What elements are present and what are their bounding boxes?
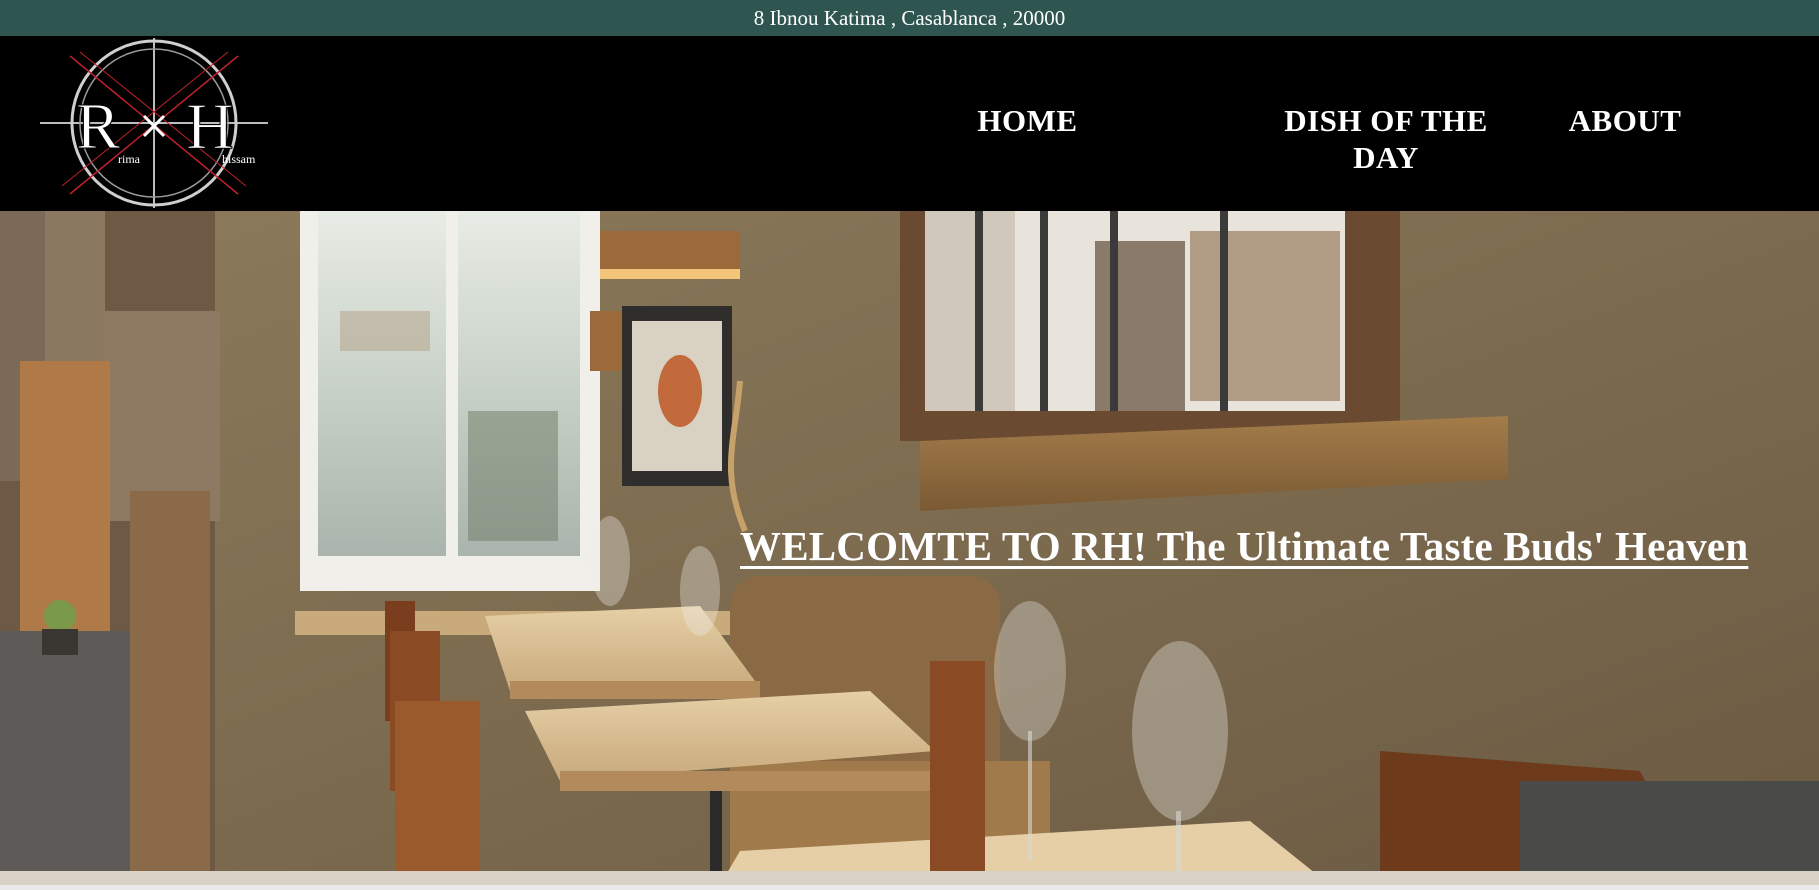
logo[interactable]: R H rima hissam bbox=[40, 36, 280, 211]
address-bar: 8 Ibnou Katima , Casablanca , 20000 bbox=[0, 0, 1819, 36]
address-text: 8 Ibnou Katima , Casablanca , 20000 bbox=[753, 5, 1066, 30]
hero-banner: WELCOMTE TO RH! The Ultimate Taste Buds'… bbox=[0, 211, 1819, 885]
logo-name-right: hissam bbox=[222, 152, 256, 166]
hero-title[interactable]: WELCOMTE TO RH! The Ultimate Taste Buds'… bbox=[740, 522, 1748, 570]
logo-name-left: rima bbox=[118, 152, 141, 166]
rh-logo-icon: R H rima hissam bbox=[40, 38, 268, 208]
logo-letter-left: R bbox=[76, 90, 120, 163]
nav-home[interactable]: HOME bbox=[955, 102, 1100, 139]
nav-about[interactable]: ABOUT bbox=[1555, 102, 1695, 139]
nav-dish-of-the-day[interactable]: DISH OF THE DAY bbox=[1270, 102, 1502, 176]
navbar: R H rima hissam HOME DISH OF THE DAY ABO… bbox=[0, 36, 1819, 211]
